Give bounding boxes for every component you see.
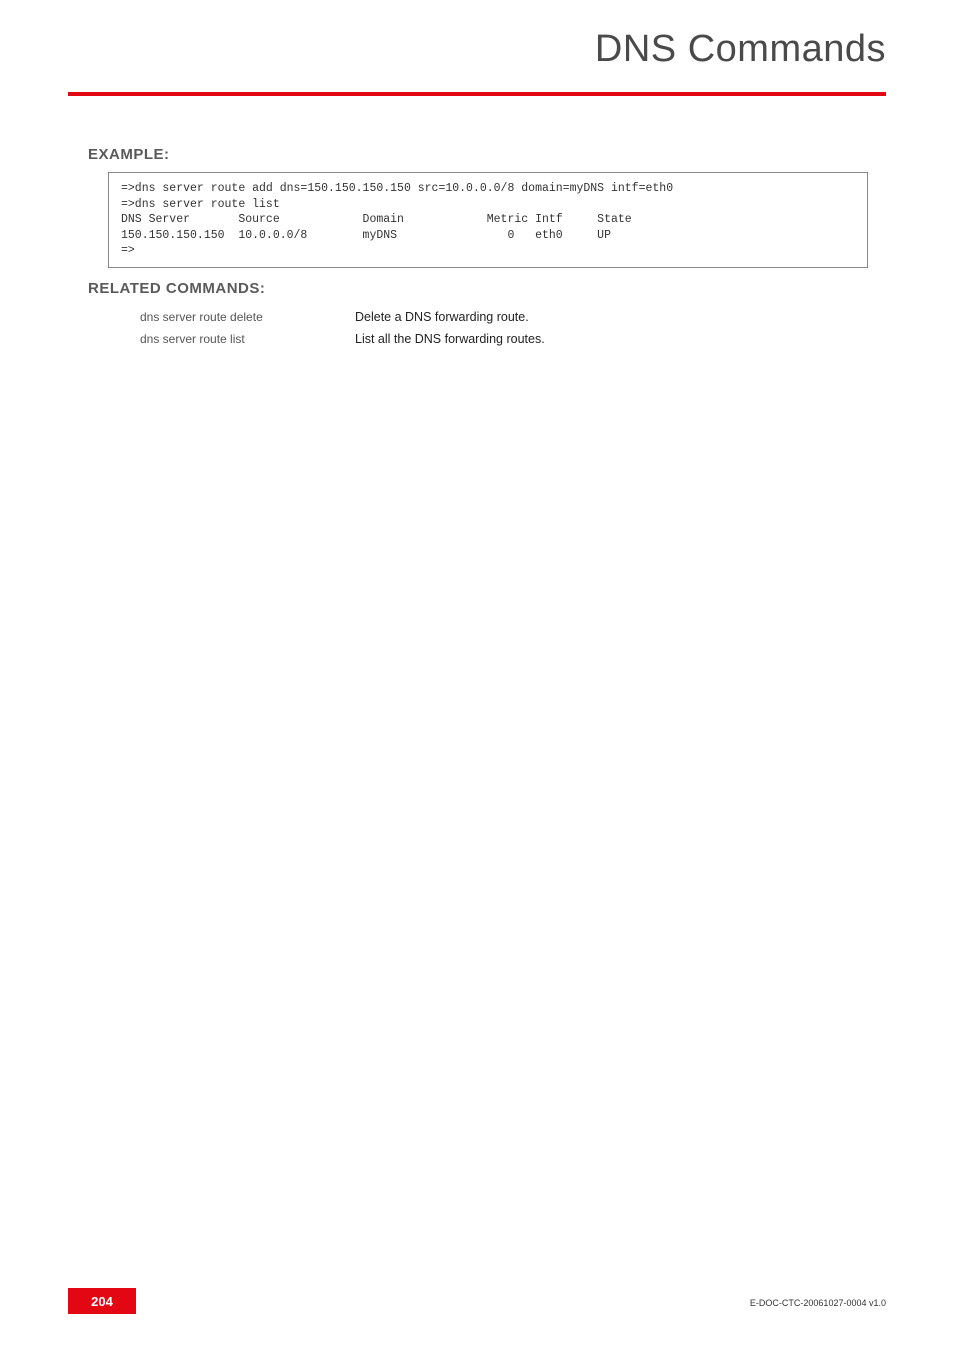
code-line: =>dns server route add dns=150.150.150.1…	[121, 182, 673, 195]
related-row: dns server route delete Delete a DNS for…	[140, 310, 780, 324]
code-line: =>dns server route list	[121, 198, 280, 211]
related-command-name: dns server route delete	[140, 310, 355, 324]
page-title: DNS Commands	[595, 28, 886, 71]
accent-bar	[68, 92, 886, 96]
code-line: =>	[121, 244, 135, 257]
code-line: DNS Server Source Domain Metric Intf Sta…	[121, 213, 632, 226]
code-line: 150.150.150.150 10.0.0.0/8 myDNS 0 eth0 …	[121, 229, 611, 242]
related-command-desc: List all the DNS forwarding routes.	[355, 332, 780, 346]
example-codebox: =>dns server route add dns=150.150.150.1…	[108, 172, 868, 268]
related-heading: RELATED COMMANDS:	[88, 280, 265, 297]
page-number-badge: 204	[68, 1288, 136, 1314]
related-row: dns server route list List all the DNS f…	[140, 332, 780, 346]
example-heading: EXAMPLE:	[88, 146, 170, 163]
related-command-desc: Delete a DNS forwarding route.	[355, 310, 780, 324]
header: DNS Commands	[0, 0, 954, 96]
page: DNS Commands EXAMPLE: =>dns server route…	[0, 0, 954, 1350]
footer: 204 E-DOC-CTC-20061027-0004 v1.0	[0, 1286, 954, 1314]
related-commands-table: dns server route delete Delete a DNS for…	[140, 310, 780, 354]
document-id: E-DOC-CTC-20061027-0004 v1.0	[750, 1298, 886, 1308]
related-command-name: dns server route list	[140, 332, 355, 346]
